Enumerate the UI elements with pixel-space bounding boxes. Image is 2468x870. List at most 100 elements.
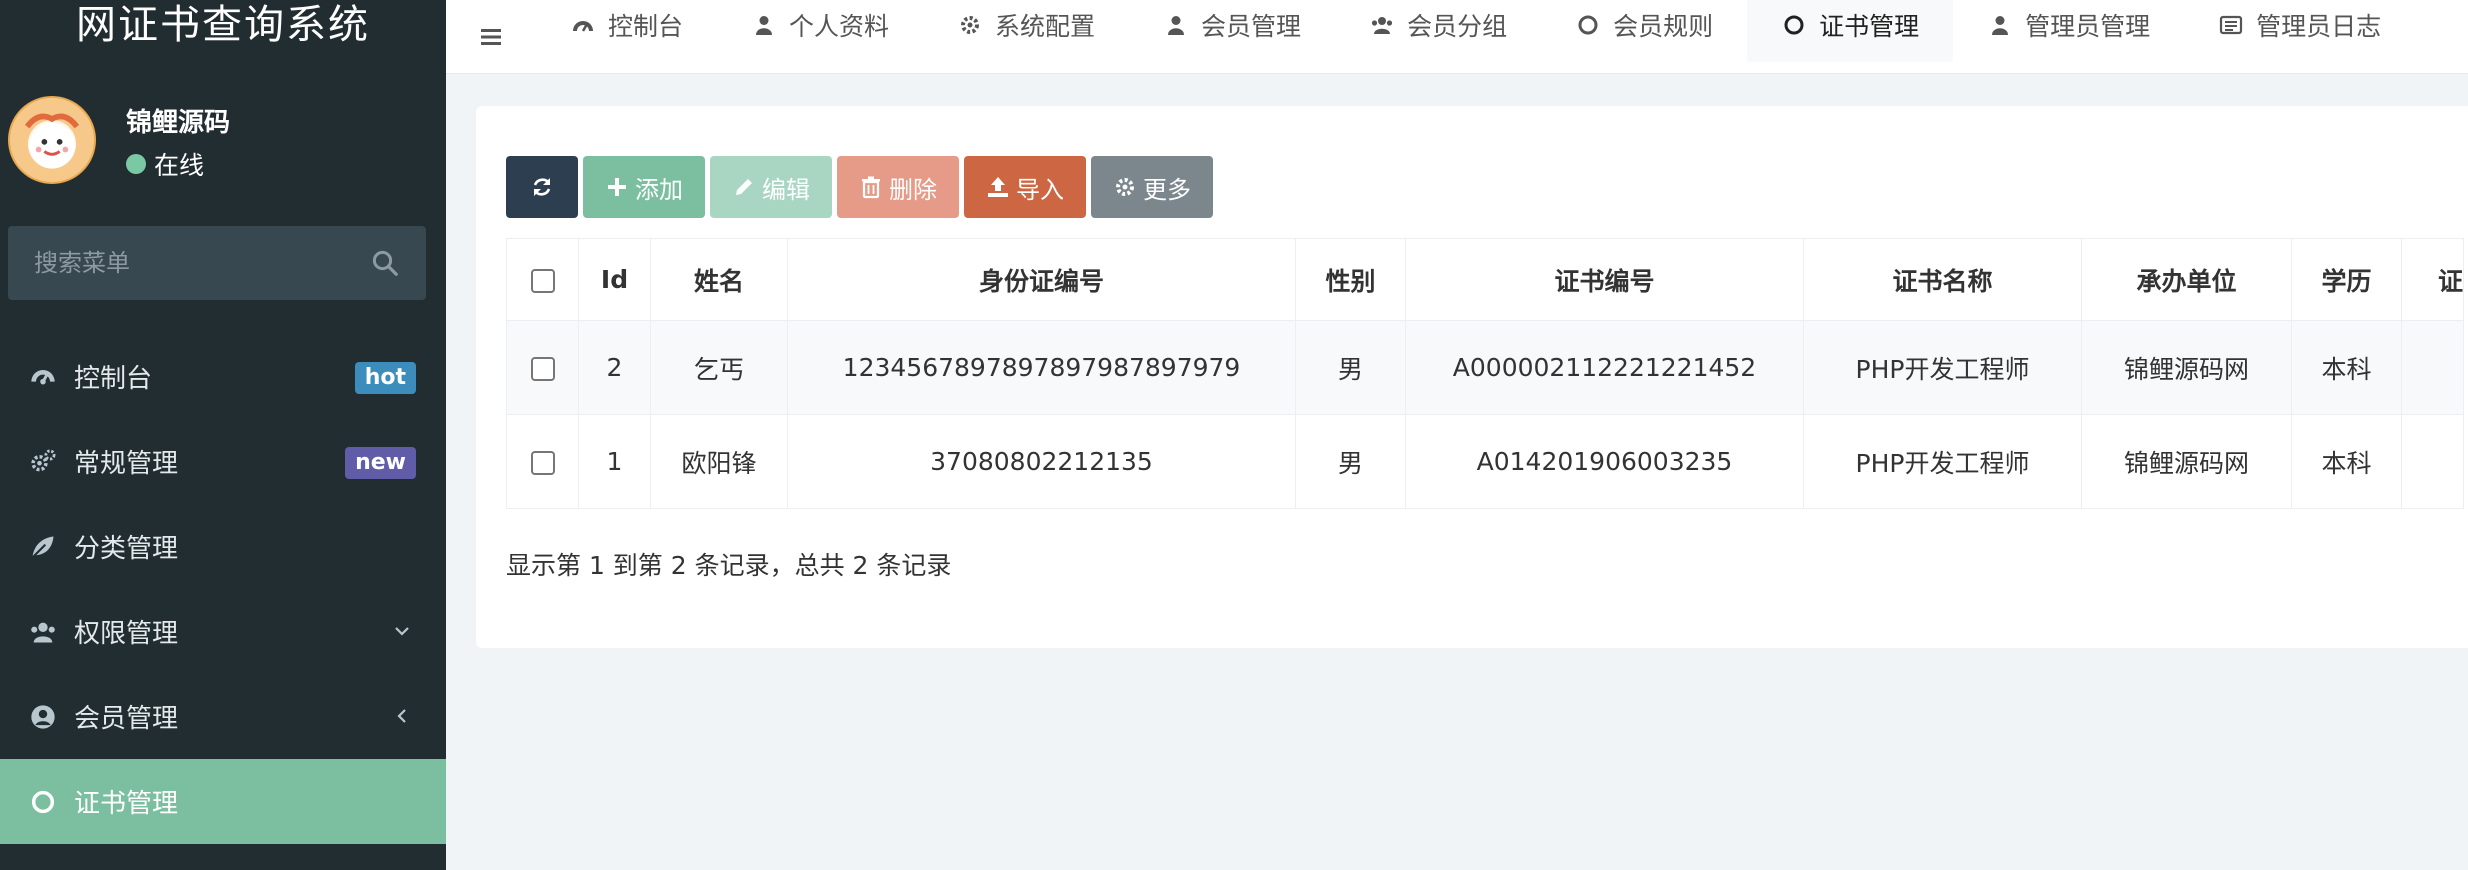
search-icon[interactable] (370, 248, 400, 278)
user-name: 锦鲤源码 (126, 108, 231, 138)
column-header-name[interactable]: 姓名 (650, 238, 788, 321)
toolbar: 添加 编辑 删除 导入 更多 (506, 156, 1218, 218)
tab-certificates[interactable]: 证书管理 (1747, 0, 1954, 62)
cell-cert-name: PHP开发工程师 (1803, 320, 2082, 415)
tab-label: 系统配置 (995, 11, 1096, 41)
chevron-down-icon[interactable] (392, 621, 412, 641)
tab-admin-log[interactable]: 管理员日志 (2184, 0, 2415, 62)
user-status-label: 在线 (154, 151, 205, 180)
circle-o-icon (28, 787, 58, 817)
dashboard-icon (570, 12, 596, 38)
dashboard-icon (28, 362, 58, 392)
user-status: 在线 (126, 146, 204, 182)
user-icon (751, 12, 777, 38)
app-title[interactable]: 网证书查询系统 (0, 0, 446, 56)
sidebar-item-label: 分类管理 (74, 534, 179, 564)
plus-icon (608, 178, 626, 196)
column-header-cert-no[interactable]: 证书编号 (1405, 238, 1804, 321)
search-menu-input[interactable] (8, 226, 368, 300)
chevron-left-icon[interactable] (392, 706, 412, 726)
sidebar-item-general[interactable]: 常规管理 new (0, 419, 446, 504)
cell-idcard: 1234567897897897987897979 (787, 320, 1296, 415)
tab-config[interactable]: 系统配置 (923, 0, 1129, 62)
table-row[interactable]: 1 欧阳锋 37080802212135 男 A014201906003235 … (506, 414, 2465, 509)
online-dot-icon (126, 154, 146, 174)
tab-member-manage[interactable]: 会员管理 (1129, 0, 1335, 62)
tab-label: 会员管理 (1201, 11, 1302, 41)
avatar[interactable] (8, 96, 96, 184)
column-header-more[interactable]: 证 (2400, 238, 2465, 321)
trash-icon (862, 176, 880, 199)
row-select-cell (506, 414, 579, 509)
sidebar-item-label: 常规管理 (74, 449, 179, 479)
cell-cert-no: A014201906003235 (1405, 414, 1804, 509)
cogs-icon (28, 447, 58, 477)
cell-name: 乞丐 (650, 320, 788, 415)
sidebar-item-category[interactable]: 分类管理 (0, 504, 446, 589)
content-panel: 添加 编辑 删除 导入 更多 Id 姓名 身份证编号 性别 证书编号 证书名称 … (476, 106, 2468, 648)
edit-button[interactable]: 编辑 (710, 156, 832, 218)
delete-button[interactable]: 删除 (837, 156, 959, 218)
import-button[interactable]: 导入 (964, 156, 1086, 218)
sidebar-item-certificates[interactable]: 证书管理 (0, 759, 446, 844)
table-row[interactable]: 2 乞丐 1234567897897897987897979 男 A000002… (506, 320, 2465, 415)
circle-o-icon (1781, 12, 1807, 38)
sidebar-item-label: 控制台 (74, 364, 153, 394)
cell-gender: 男 (1295, 320, 1406, 415)
menu-toggle-icon[interactable] (446, 0, 536, 74)
upload-icon (988, 177, 1008, 197)
tab-label: 控制台 (608, 11, 684, 41)
tab-dashboard[interactable]: 控制台 (536, 0, 717, 62)
sidebar-item-members[interactable]: 会员管理 (0, 674, 446, 759)
column-header-gender[interactable]: 性别 (1295, 238, 1406, 321)
sidebar-search (8, 226, 426, 300)
column-header-id[interactable]: Id (578, 238, 651, 321)
sidebar-item-label: 证书管理 (74, 789, 179, 819)
user-icon (1163, 12, 1189, 38)
sidebar: 网证书查询系统 锦鲤源码 在线 搜索菜单 控制台 hot 常规管理 new 分类… (0, 0, 446, 870)
refresh-icon (533, 178, 551, 196)
column-header-organizer[interactable]: 承办单位 (2081, 238, 2292, 321)
row-checkbox[interactable] (530, 357, 555, 381)
refresh-button[interactable] (506, 156, 578, 218)
circle-o-icon (1575, 12, 1601, 38)
tab-label: 管理员日志 (2256, 11, 2382, 41)
list-icon (2218, 12, 2244, 38)
tab-label: 会员分组 (1407, 11, 1508, 41)
sidebar-menu: 控制台 hot 常规管理 new 分类管理 权限管理 会员管理 证书管理 (0, 334, 446, 844)
tab-member-rule[interactable]: 会员规则 (1541, 0, 1747, 62)
add-label: 添加 (635, 175, 683, 204)
add-button[interactable]: 添加 (583, 156, 705, 218)
more-button[interactable]: 更多 (1091, 156, 1213, 218)
row-checkbox[interactable] (530, 451, 555, 475)
tab-label: 会员规则 (1613, 11, 1714, 41)
cell-organizer: 锦鲤源码网 (2081, 320, 2292, 415)
sidebar-item-label: 权限管理 (74, 619, 179, 649)
leaf-icon (28, 532, 58, 562)
column-header-idcard[interactable]: 身份证编号 (787, 238, 1296, 321)
hot-badge: hot (354, 362, 416, 394)
column-header-cert-name[interactable]: 证书名称 (1803, 238, 2082, 321)
tab-profile[interactable]: 个人资料 (717, 0, 923, 62)
user-circle-icon (28, 702, 58, 732)
tab-admin-manage[interactable]: 管理员管理 (1953, 0, 2184, 62)
tab-member-group[interactable]: 会员分组 (1335, 0, 1541, 62)
cell-more (2400, 414, 2465, 509)
cell-education: 本科 (2291, 414, 2402, 509)
table-header-row: Id 姓名 身份证编号 性别 证书编号 证书名称 承办单位 学历 证 (506, 238, 2465, 321)
cell-id: 1 (578, 414, 651, 509)
more-label: 更多 (1143, 175, 1191, 204)
pagination-info: 显示第 1 到第 2 条记录，总共 2 条记录 (506, 551, 952, 580)
cell-id: 2 (578, 320, 651, 415)
sidebar-item-permission[interactable]: 权限管理 (0, 589, 446, 674)
cell-cert-no: A000002112221221452 (1405, 320, 1804, 415)
cell-cert-name: PHP开发工程师 (1803, 414, 2082, 509)
users-icon (1369, 12, 1395, 38)
users-icon (28, 617, 58, 647)
column-header-education[interactable]: 学历 (2291, 238, 2402, 321)
select-all-checkbox[interactable] (530, 269, 555, 293)
sidebar-item-dashboard[interactable]: 控制台 hot (0, 334, 446, 419)
gear-icon (957, 12, 983, 38)
user-panel: 锦鲤源码 在线 (0, 92, 446, 192)
cell-gender: 男 (1295, 414, 1406, 509)
